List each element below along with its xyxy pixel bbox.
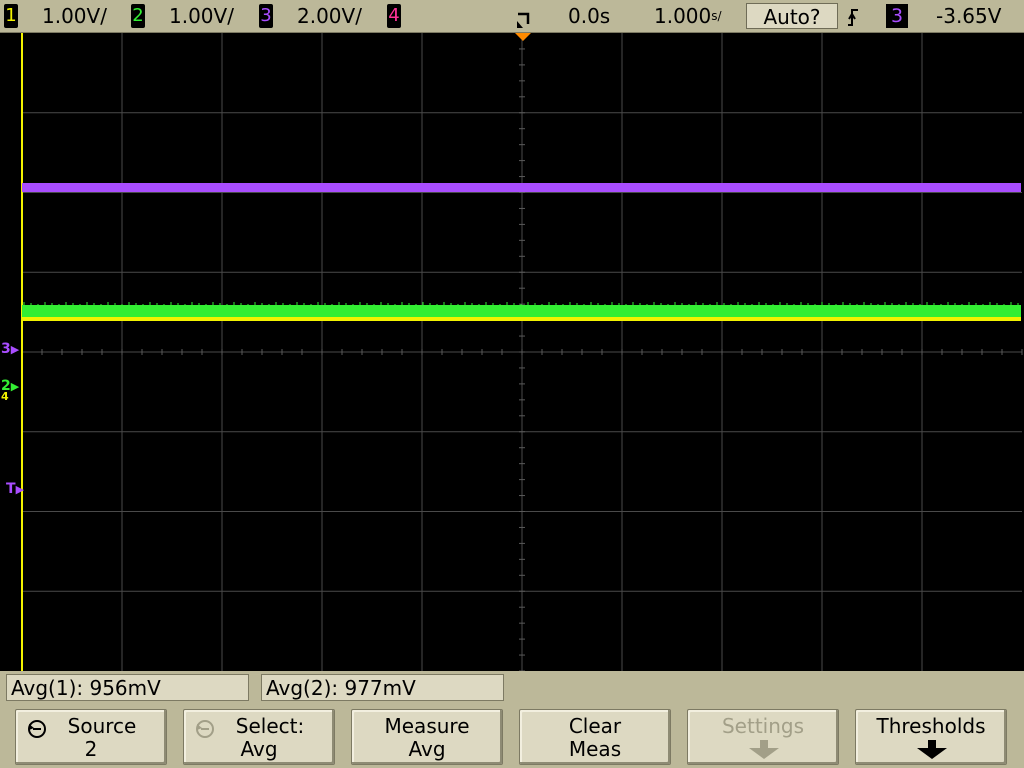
settings-softkey[interactable]: Settings: [687, 709, 839, 765]
channel-2-scale: 1.00V/: [169, 4, 234, 28]
channel-4-ground-marker[interactable]: 4: [1, 390, 9, 403]
select-softkey[interactable]: Select: Avg: [183, 709, 335, 765]
measurement-avg-2: Avg(2): 977mV: [261, 674, 504, 701]
down-arrow-icon: [749, 740, 779, 759]
source-softkey[interactable]: Source 2: [15, 709, 167, 765]
down-arrow-icon: [917, 740, 947, 759]
time-scale: 1.000s/: [654, 4, 722, 28]
trigger-mode-button[interactable]: Auto?: [746, 3, 838, 29]
channel-3-badge[interactable]: 3: [259, 4, 273, 28]
channel-2-badge[interactable]: 2: [131, 4, 145, 28]
measure-softkey[interactable]: Measure Avg: [351, 709, 503, 765]
status-bar: 1 1.00V/ 2 1.00V/ 3 2.00V/ 4 0.0s 1.000s…: [0, 0, 1024, 33]
trigger-source-badge[interactable]: 3: [886, 4, 908, 28]
channel-3-trace: [22, 183, 1021, 192]
graticule: [0, 32, 1024, 672]
channel-3-ground-marker[interactable]: 3▶: [1, 341, 19, 357]
rising-edge-icon: [848, 9, 858, 26]
trigger-position-icon: [517, 12, 530, 28]
channel-3-scale: 2.00V/: [297, 4, 362, 28]
thresholds-softkey[interactable]: Thresholds: [855, 709, 1007, 765]
measurement-avg-1: Avg(1): 956mV: [6, 674, 249, 701]
trigger-level-marker[interactable]: T▶: [6, 481, 24, 497]
trigger-level: -3.65V: [936, 4, 1002, 28]
time-delay: 0.0s: [568, 4, 611, 28]
channel-1-trace: [22, 317, 1021, 321]
channel-1-scale: 1.00V/: [42, 4, 107, 28]
channel-1-badge[interactable]: 1: [4, 4, 18, 28]
waveform-display[interactable]: 3▶ 2▶ 4 T▶: [0, 32, 1024, 672]
measurement-bar: Avg(1): 956mV Avg(2): 977mV: [0, 671, 1024, 705]
softkey-bar: Source 2 Select: Avg Measure Avg Clear M…: [0, 705, 1024, 768]
channel-2-trace: [22, 305, 1021, 317]
clear-meas-softkey[interactable]: Clear Meas: [519, 709, 671, 765]
channel-4-badge[interactable]: 4: [387, 4, 401, 28]
